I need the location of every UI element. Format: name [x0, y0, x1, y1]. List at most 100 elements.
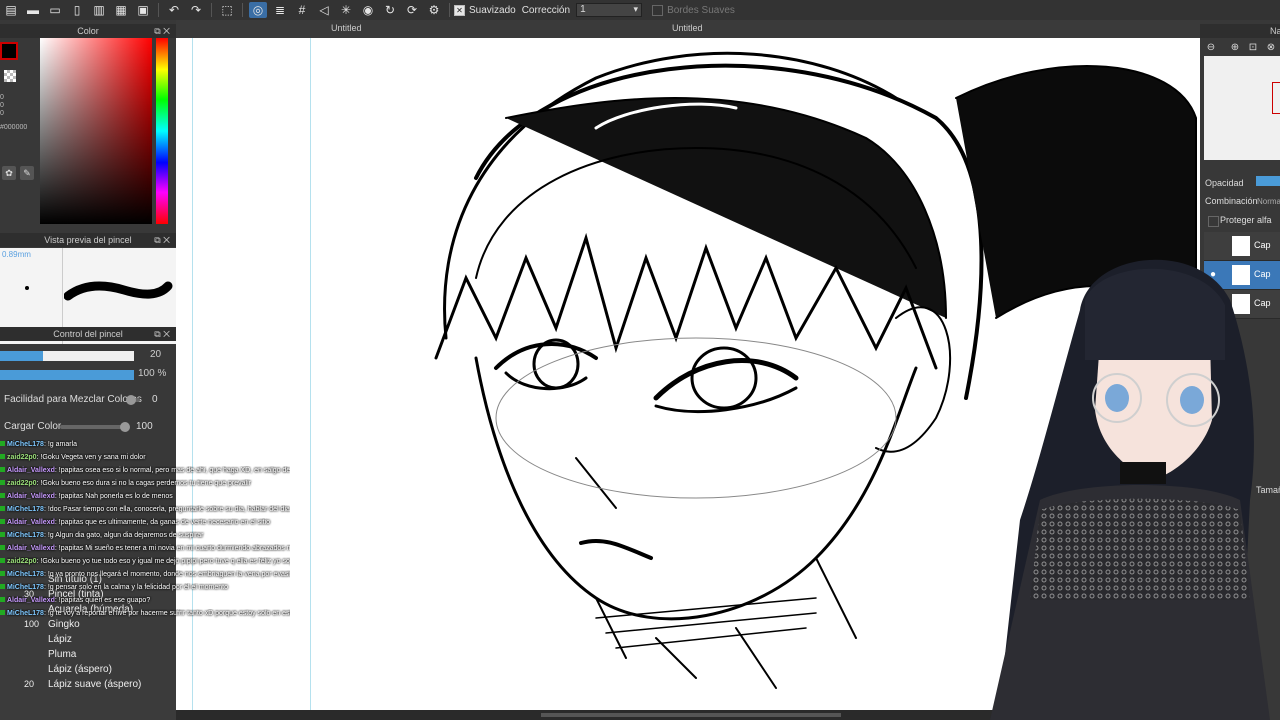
export-icon[interactable]: ▥ [90, 2, 108, 18]
layer-thumbnail [1232, 294, 1250, 314]
chat-message: Aldair_Vallexd: !papitas Mi sueño es ten… [0, 544, 290, 557]
moderator-badge-icon [0, 467, 5, 472]
toolbar-divider [158, 3, 159, 17]
delete-icon[interactable]: ▣ [134, 2, 152, 18]
brush-size-readout: 0.89mm [2, 250, 31, 259]
comment-icon[interactable]: ▬ [24, 2, 42, 18]
layer-opacity-slider[interactable] [1256, 176, 1280, 186]
tab-untitled-left[interactable]: Untitled [331, 23, 362, 33]
protect-alpha-label: Proteger alfa [1220, 215, 1272, 225]
correction-select[interactable]: 1 [576, 3, 643, 17]
layer-name: Cap [1254, 269, 1271, 279]
circle-ruler-icon[interactable]: ◉ [359, 2, 377, 18]
rotate-view-icon[interactable]: ⊗ [1264, 42, 1278, 54]
moderator-badge-icon [0, 480, 5, 485]
save-icon[interactable]: ▭ [46, 2, 64, 18]
correction-label: Corrección [521, 4, 571, 16]
chat-username: MiCheL178 [7, 610, 44, 617]
brush-control-title: Control del pincel [53, 329, 123, 339]
brush-control-header: Control del pincel ⧉ ✕ [0, 327, 176, 341]
chat-message: Aldair_Vallexd: !papitas que es ultimame… [0, 518, 290, 531]
size-label: Tamaño [1256, 485, 1280, 495]
saturation-value-picker[interactable] [40, 38, 152, 224]
load-color-slider[interactable] [60, 422, 130, 432]
grid-icon[interactable]: ▦ [112, 2, 130, 18]
layer-item[interactable]: Cap [1204, 232, 1280, 261]
zoom-in-icon[interactable]: ⊕ [1228, 42, 1242, 54]
close-icon[interactable]: ⧉ ✕ [154, 233, 170, 247]
layer-name: Cap [1254, 240, 1271, 250]
close-icon[interactable]: ⧉ ✕ [154, 327, 170, 341]
chat-username: MiCheL178 [7, 441, 44, 448]
moderator-badge-icon [0, 454, 5, 459]
chat-message: MiCheL178: !doc Pasar tiempo con ella, c… [0, 505, 290, 518]
palette-icon[interactable]: ✿ [2, 166, 16, 180]
pen-icon[interactable]: ◎ [249, 2, 267, 18]
chat-message: MiCheL178: !g te voy a reportar el live … [0, 609, 290, 622]
settings-icon[interactable]: ⚙ [425, 2, 443, 18]
blend-label: Combinación [1205, 196, 1258, 206]
foreground-color-swatch[interactable] [0, 42, 18, 60]
redo-icon[interactable]: ↷ [187, 2, 205, 18]
smoothing-checkbox[interactable]: ✕ [454, 4, 465, 16]
mix-colors-slider[interactable] [126, 395, 140, 405]
chat-message: MiCheL178: !g Algun dia gato, algun dia … [0, 531, 290, 544]
navigator-preview[interactable] [1204, 56, 1280, 160]
layer-thumbnail [1232, 236, 1250, 256]
undo-icon[interactable]: ↶ [165, 2, 183, 18]
chat-text: : !Goku Vegeta ven y sana mi dolor [36, 454, 146, 461]
chat-message: MiCheL178: !g pensar solo en la calma y … [0, 583, 290, 596]
brush-size-slider[interactable]: 20 [0, 349, 176, 363]
curve-icon[interactable]: ↻ [381, 2, 399, 18]
fit-icon[interactable]: ⊡ [1246, 42, 1260, 54]
load-color-value: 100 [136, 421, 153, 432]
hue-slider[interactable] [156, 38, 168, 224]
tab-untitled-right[interactable]: Untitled [672, 23, 703, 33]
channel-value-2: 0 [0, 102, 4, 109]
close-icon[interactable]: ⧉ ✕ [154, 24, 170, 38]
top-toolbar: ▤ ▬ ▭ ▯ ▥ ▦ ▣ ↶ ↷ ⬚ ◎ ≣ # ◁ ✳ ◉ ↻ ⟳ ⚙ ✕ … [0, 0, 1280, 21]
blend-mode-select[interactable]: Norma [1257, 197, 1280, 206]
rotate-icon[interactable]: ⟳ [403, 2, 421, 18]
chat-username: Aldair_Vallexd [7, 493, 55, 500]
moderator-badge-icon [0, 493, 5, 498]
chat-text: : !papitas Mi sueño es tener a mi novia … [54, 545, 290, 552]
moderator-badge-icon [0, 610, 5, 615]
avatar-eye-right [1180, 386, 1204, 414]
layers-icon[interactable]: ≣ [271, 2, 289, 18]
document-tab-bar: Untitled Untitled [176, 20, 1200, 39]
moderator-badge-icon [0, 532, 5, 537]
document-icon[interactable]: ▯ [68, 2, 86, 18]
chat-message: zaid22p0: !Goku Vegeta ven y sana mi dol… [0, 453, 290, 466]
chat-text: : !papitas osea eso si lo normal, pero m… [54, 467, 290, 474]
soft-edges-checkbox[interactable] [652, 4, 664, 16]
mix-colors-label: Facilidad para Mezclar Colores [4, 394, 142, 405]
mix-colors-value: 0 [152, 394, 158, 405]
transparent-color-swatch[interactable] [4, 70, 16, 82]
perspective-icon[interactable]: ◁ [315, 2, 333, 18]
toolbar-divider [242, 3, 243, 17]
chat-text: : !papitas que es ultimamente, da ganas … [54, 519, 271, 526]
moderator-badge-icon [0, 441, 5, 446]
brush-opacity-slider[interactable]: 100 % [0, 368, 176, 382]
chat-username: Aldair_Vallexd [7, 519, 55, 526]
chat-message: Aldair_Vallexd: !papitas quien es ese gu… [0, 596, 290, 609]
layer-name: Cap [1254, 298, 1271, 308]
select-icon[interactable]: ⬚ [218, 2, 236, 18]
chat-text: : !g ya pronto nos llegará el momento, d… [43, 571, 290, 578]
grid-toggle-icon[interactable]: # [293, 2, 311, 18]
protect-alpha-checkbox[interactable] [1208, 216, 1219, 227]
moderator-badge-icon [0, 519, 5, 524]
symmetry-icon[interactable]: ✳ [337, 2, 355, 18]
moderator-badge-icon [0, 506, 5, 511]
zoom-out-icon[interactable]: ⊖ [1204, 42, 1218, 54]
eyedropper-icon[interactable]: ✎ [20, 166, 34, 180]
navigator-viewport-box[interactable] [1272, 82, 1280, 114]
moderator-badge-icon [0, 558, 5, 563]
color-panel-title: Color [77, 26, 99, 36]
chat-text: : !g amarla [43, 441, 78, 448]
new-icon[interactable]: ▤ [2, 2, 20, 18]
chat-username: Aldair_Vallexd [7, 545, 55, 552]
chat-username: MiCheL178 [7, 532, 44, 539]
brush-stroke-preview [64, 281, 173, 301]
